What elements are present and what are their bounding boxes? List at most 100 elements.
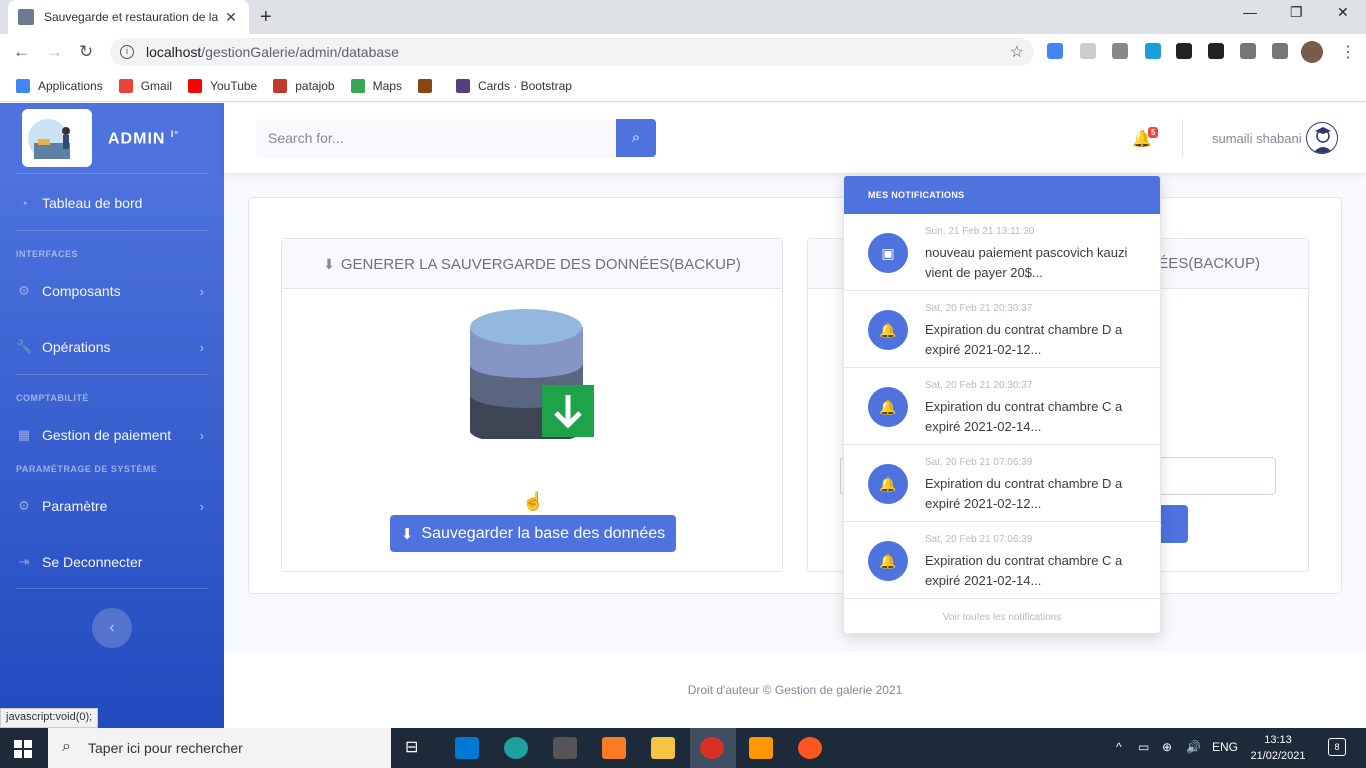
- windows-taskbar: ⌕ Taper ici pour rechercher ⊟ ^ ▭ ⊕ 🔊 EN…: [0, 728, 1366, 768]
- bell-icon: 🔔: [868, 464, 908, 504]
- brand-logo[interactable]: [22, 109, 92, 167]
- bell-icon: 🔔: [868, 310, 908, 350]
- vscode-icon[interactable]: [455, 737, 479, 759]
- bookmarks-bar: Applications Gmail YouTube patajob Maps …: [0, 70, 1366, 102]
- bookmark-image-icon: [417, 78, 432, 93]
- sidebar-heading-parametrage: PARAMÈTRAGE DE SYSTÈME: [16, 464, 158, 474]
- firefox-icon[interactable]: [798, 737, 822, 759]
- sidebar-item-composants[interactable]: ⚙ Composants ›: [16, 281, 208, 301]
- taskbar-search-input[interactable]: ⌕ Taper ici pour rechercher: [48, 728, 391, 768]
- taskbar-clock[interactable]: 13:13 21/02/2021: [1246, 732, 1310, 764]
- store-icon[interactable]: [553, 737, 577, 759]
- tray-chevron-icon[interactable]: ^: [1116, 740, 1122, 754]
- browser-tab-strip: Sauvegarde et restauration de la ✕ + — ❐…: [0, 0, 1366, 34]
- notification-item[interactable]: 🔔 Sat, 20 Feb 21 07:06:39 Expiration du …: [844, 445, 1160, 522]
- bookmark-unnamed[interactable]: [417, 78, 440, 93]
- bookmark-applications[interactable]: Applications: [16, 78, 103, 93]
- translate-extension-icon[interactable]: [1047, 43, 1063, 59]
- sidebar: ADMIN I° ◔ Tableau de bord INTERFACES ⚙ Co…: [0, 103, 224, 728]
- sidebar-heading-comptabilite: COMPTABILITÉ: [16, 393, 89, 403]
- back-icon[interactable]: ←: [13, 42, 30, 62]
- patajob-icon: [273, 78, 288, 93]
- save-database-button[interactable]: ⬇ Sauvegarder la base des données: [390, 515, 676, 552]
- notification-date: Sat, 20 Feb 21 20:30:37: [925, 380, 1033, 391]
- chevron-right-icon: ›: [199, 283, 204, 299]
- wrench-icon: 🔧: [16, 339, 33, 354]
- xampp-icon[interactable]: [602, 737, 626, 759]
- notification-item[interactable]: 🔔 Sat, 20 Feb 21 07:06:39 Expiration du …: [844, 522, 1160, 599]
- new-tab-icon[interactable]: +: [260, 6, 272, 29]
- extension-icon[interactable]: [1145, 43, 1161, 59]
- windows-start-icon[interactable]: [14, 740, 32, 758]
- extension-icon[interactable]: [1080, 43, 1096, 59]
- sidebar-item-se-deconnecter[interactable]: ⇥ Se Deconnecter: [16, 552, 208, 572]
- bookmark-star-icon[interactable]: ☆: [1010, 42, 1024, 62]
- forward-icon[interactable]: →: [46, 42, 63, 62]
- volume-icon[interactable]: 🔊: [1186, 740, 1201, 754]
- reload-icon[interactable]: ↻: [79, 42, 93, 62]
- task-view-icon[interactable]: ⊟: [405, 737, 429, 759]
- sidebar-item-gestion-paiement[interactable]: ▦ Gestion de paiement ›: [16, 425, 208, 445]
- sidebar-toggle-button[interactable]: ‹: [92, 608, 132, 648]
- maps-pin-icon: [350, 78, 365, 93]
- file-explorer-icon[interactable]: [651, 737, 675, 759]
- bell-icon: 🔔: [868, 387, 908, 427]
- notification-text: nouveau paiement pascovich kauzi vient d…: [925, 245, 1128, 280]
- search-input[interactable]: Search for...: [256, 119, 616, 157]
- edge-icon[interactable]: [504, 737, 528, 759]
- backup-card-header: ⬇ GENERER LA SAUVERGARDE DES DONNÉES(BACK…: [282, 239, 782, 289]
- bookmark-gmail[interactable]: Gmail: [118, 78, 172, 93]
- address-bar-row: ← → ↻ i localhost/gestionGalerie/admin/d…: [0, 34, 1366, 70]
- notification-date: Sat, 20 Feb 21 07:06:39: [925, 457, 1033, 468]
- bootstrap-icon: [455, 78, 470, 93]
- copyright-text: Droit d'auteur © Gestion de galerie 2021: [687, 683, 903, 697]
- extension-icon[interactable]: [1208, 43, 1224, 59]
- puzzle-icon[interactable]: [1272, 43, 1288, 59]
- browser-tab-active[interactable]: Sauvegarde et restauration de la ✕: [8, 0, 249, 34]
- extension-icon[interactable]: [1176, 43, 1192, 59]
- bookmark-maps[interactable]: Maps: [350, 78, 402, 93]
- topbar: Search for... ⌕ 🔔 5 sumaili shabani: [224, 103, 1366, 173]
- chrome-icon[interactable]: [700, 737, 724, 759]
- database-page-card: ⬇ GENERER LA SAUVERGARDE DES DONNÉES(BACK…: [248, 197, 1342, 594]
- show-all-notifications-link[interactable]: Voir toutes les notifications: [844, 599, 1160, 623]
- battery-icon[interactable]: ▭: [1138, 740, 1149, 754]
- notification-item[interactable]: 🔔 Sat, 20 Feb 21 20:30:37 Expiration du …: [844, 291, 1160, 368]
- language-indicator[interactable]: ENG: [1212, 740, 1238, 754]
- sidebar-item-tableau-de-bord[interactable]: ◔ Tableau de bord: [16, 193, 208, 213]
- sidebar-item-operations[interactable]: 🔧 Opérations ›: [16, 337, 208, 357]
- menu-kebab-icon[interactable]: ⋮: [1340, 42, 1356, 62]
- bookmark-patajob[interactable]: patajob: [273, 78, 335, 93]
- page-favicon-icon: [18, 9, 34, 25]
- profile-avatar[interactable]: [1301, 41, 1323, 63]
- restore-icon[interactable]: ❐: [1290, 4, 1303, 21]
- download-icon[interactable]: [1240, 43, 1256, 59]
- vue-extension-icon[interactable]: [1112, 43, 1128, 59]
- search-button[interactable]: ⌕: [616, 119, 656, 157]
- user-name[interactable]: sumaili shabani: [1212, 131, 1302, 146]
- bookmark-cards-bootstrap[interactable]: Cards · Bootstrap: [455, 78, 572, 93]
- sublime-text-icon[interactable]: [749, 737, 773, 759]
- window-close-icon[interactable]: ✕: [1337, 4, 1349, 21]
- user-avatar[interactable]: [1306, 122, 1338, 154]
- notification-item[interactable]: 🔔 Sat, 20 Feb 21 20:30:37 Expiration du …: [844, 368, 1160, 445]
- notification-text: Expiration du contrat chambre C a expiré…: [925, 399, 1123, 434]
- notification-text: Expiration du contrat chambre D a expiré…: [925, 476, 1123, 511]
- brand-name[interactable]: ADMIN I°: [108, 129, 179, 148]
- sidebar-item-parametre[interactable]: ⚙ Paramètre ›: [16, 496, 208, 516]
- cog-icon: ⚙: [18, 283, 30, 298]
- site-info-icon[interactable]: i: [120, 45, 134, 59]
- minimize-icon[interactable]: —: [1243, 4, 1257, 20]
- notification-item[interactable]: ▣ Sun, 21 Feb 21 13:11:30 nouveau paieme…: [844, 214, 1160, 291]
- url-input[interactable]: i localhost/gestionGalerie/admin/databas…: [110, 38, 1034, 66]
- clock-time: 13:13: [1264, 734, 1292, 746]
- sidebar-heading-interfaces: INTERFACES: [16, 249, 79, 259]
- network-icon[interactable]: ⊕: [1162, 740, 1172, 754]
- gmail-icon: [118, 78, 133, 93]
- action-center-icon[interactable]: 8: [1328, 738, 1346, 756]
- sidebar-divider: [16, 173, 208, 174]
- bookmark-youtube[interactable]: YouTube: [188, 78, 257, 93]
- chevron-right-icon: ›: [199, 427, 204, 443]
- close-tab-icon[interactable]: ✕: [223, 9, 239, 26]
- notifications-header: MES NOTIFICATIONS: [844, 176, 1160, 214]
